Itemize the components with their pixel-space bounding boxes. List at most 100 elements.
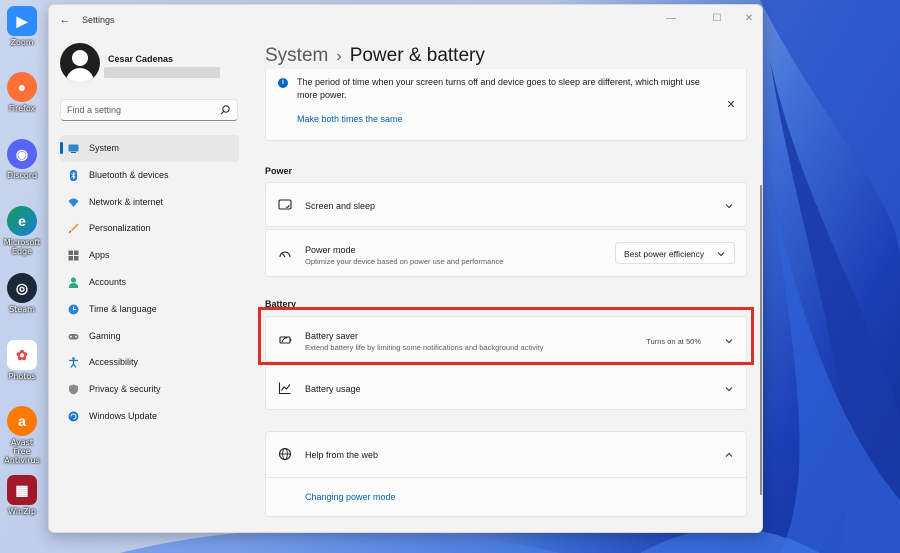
sidebar-item-system[interactable]: System <box>60 135 239 162</box>
breadcrumb: System › Power & battery <box>265 45 485 67</box>
breadcrumb-parent[interactable]: System <box>265 45 328 66</box>
row-title: Help from the web <box>305 450 379 460</box>
changing-power-mode-link[interactable]: Changing power mode <box>305 492 396 502</box>
minimize-button[interactable]: — <box>659 9 683 29</box>
desktop-icon-firefox[interactable]: ● Firefox <box>2 72 42 113</box>
desktop-icon-avast[interactable]: a Avast Free Antivirus <box>2 406 42 465</box>
row-title: Battery usage <box>305 384 361 394</box>
sidebar-item-bluetooth[interactable]: Bluetooth & devices <box>60 162 239 189</box>
globe-clock-icon <box>68 304 79 315</box>
chart-icon <box>278 382 291 395</box>
power-mode-dropdown[interactable]: Best power efficiency <box>615 242 735 264</box>
chevron-down-icon <box>725 387 733 392</box>
desktop-icon-label: Zoom <box>10 38 34 47</box>
desktop-icon-label: Firefox <box>8 104 36 113</box>
power-mode-icon <box>279 251 291 258</box>
page-title: Power & battery <box>349 45 485 66</box>
search-box[interactable] <box>60 99 238 121</box>
sidebar-item-label: Accessibility <box>89 357 139 368</box>
sidebar-item-personalization[interactable]: Personalization <box>60 215 239 242</box>
active-indicator <box>60 142 63 154</box>
accessibility-icon <box>69 357 78 369</box>
desktop-icon-steam[interactable]: ◎ Steam <box>2 273 42 314</box>
search-icon <box>220 105 230 115</box>
sidebar-item-apps[interactable]: Apps <box>60 242 239 269</box>
desktop-icon-label: Steam <box>9 305 35 314</box>
desktop-icon-label: Discord <box>6 171 38 180</box>
maximize-button[interactable]: ☐ <box>705 9 729 29</box>
apps-icon <box>68 250 79 261</box>
sidebar-item-label: Accounts <box>89 276 127 287</box>
sidebar-nav: System Bluetooth & devices Network & int… <box>60 135 239 430</box>
desktop-icon-discord[interactable]: ◉ Discord <box>2 139 42 180</box>
info-banner: i The period of time when your screen tu… <box>265 69 747 141</box>
sidebar-item-label: System <box>89 143 120 153</box>
row-description: Optimize your device based on power use … <box>305 257 504 266</box>
desktop-icon-edge[interactable]: e Microsoft Edge <box>2 206 42 256</box>
sidebar-item-gaming[interactable]: Gaming <box>60 323 239 350</box>
desktop-icon-label: Avast Free Antivirus <box>4 438 40 465</box>
desktop-icon-label: WinZip <box>8 507 36 516</box>
chevron-down-icon <box>717 252 725 257</box>
desktop-icon-photos[interactable]: ✿ Photos <box>2 340 42 381</box>
bluetooth-icon <box>70 169 77 181</box>
desktop-icon-label: Photos <box>8 372 36 381</box>
edge-icon: e <box>7 206 37 236</box>
desktop-icon-winzip[interactable]: ▦ WinZip <box>2 475 42 516</box>
row-title: Screen and sleep <box>305 201 376 211</box>
system-icon <box>68 144 79 153</box>
sidebar-item-label: Gaming <box>89 330 121 341</box>
scrollbar[interactable] <box>760 185 762 495</box>
back-arrow-icon: ← <box>59 14 71 26</box>
info-icon: i <box>278 78 288 88</box>
sidebar-item-windows-update[interactable]: Windows Update <box>60 403 239 430</box>
search-input[interactable] <box>67 103 217 117</box>
help-header-row[interactable]: Help from the web <box>266 432 746 478</box>
sidebar-item-network[interactable]: Network & internet <box>60 189 239 216</box>
sidebar-item-time-language[interactable]: Time & language <box>60 296 239 323</box>
highlight-box <box>258 307 754 365</box>
sidebar-item-label: Bluetooth & devices <box>89 169 169 180</box>
title-bar[interactable]: ← Settings — ☐ ✕ <box>49 5 762 35</box>
sidebar-item-label: Privacy & security <box>89 384 161 395</box>
chevron-up-icon <box>725 452 733 457</box>
breadcrumb-separator: › <box>336 48 342 65</box>
close-button[interactable]: ✕ <box>737 9 761 29</box>
zoom-icon: ▶ <box>7 6 37 36</box>
firefox-icon: ● <box>7 72 37 102</box>
make-both-times-same-link[interactable]: Make both times the same <box>297 114 403 124</box>
sidebar-item-privacy[interactable]: Privacy & security <box>60 376 239 403</box>
screen-and-sleep-row[interactable]: Screen and sleep <box>265 182 747 227</box>
avatar[interactable] <box>60 43 100 83</box>
sidebar-item-label: Windows Update <box>89 410 158 421</box>
sidebar-item-label: Apps <box>89 250 110 261</box>
info-text: The period of time when your screen turn… <box>297 77 700 100</box>
settings-window: ← Settings — ☐ ✕ Cesar Cadenas System Bl… <box>48 4 763 533</box>
dismiss-button[interactable]: ✕ <box>724 98 738 112</box>
steam-icon: ◎ <box>7 273 37 303</box>
shield-icon <box>69 384 78 395</box>
winzip-icon: ▦ <box>7 475 37 505</box>
profile-email-redacted <box>104 67 220 78</box>
discord-icon: ◉ <box>7 139 37 169</box>
brush-icon <box>68 223 79 234</box>
power-section-header: Power <box>265 166 293 176</box>
close-icon: ✕ <box>726 99 736 111</box>
back-button[interactable]: ← <box>57 13 73 27</box>
sidebar-item-accessibility[interactable]: Accessibility <box>60 349 239 376</box>
sidebar-item-label: Personalization <box>89 223 151 234</box>
wifi-icon <box>68 198 79 207</box>
screen-sleep-icon <box>278 199 292 210</box>
photos-icon: ✿ <box>7 340 37 370</box>
sidebar-item-accounts[interactable]: Accounts <box>60 269 239 296</box>
globe-icon <box>278 447 292 461</box>
avast-icon: a <box>7 406 37 436</box>
sidebar-item-label: Network & internet <box>89 196 164 207</box>
update-icon <box>68 411 79 422</box>
desktop-icon-label: Microsoft Edge <box>3 238 41 256</box>
desktop-icon-zoom[interactable]: ▶ Zoom <box>2 6 42 47</box>
battery-usage-row[interactable]: Battery usage <box>265 365 747 410</box>
sidebar-item-label: Time & language <box>89 303 157 314</box>
window-title: Settings <box>82 15 115 25</box>
help-from-web-panel: Help from the web Changing power mode <box>265 431 747 517</box>
